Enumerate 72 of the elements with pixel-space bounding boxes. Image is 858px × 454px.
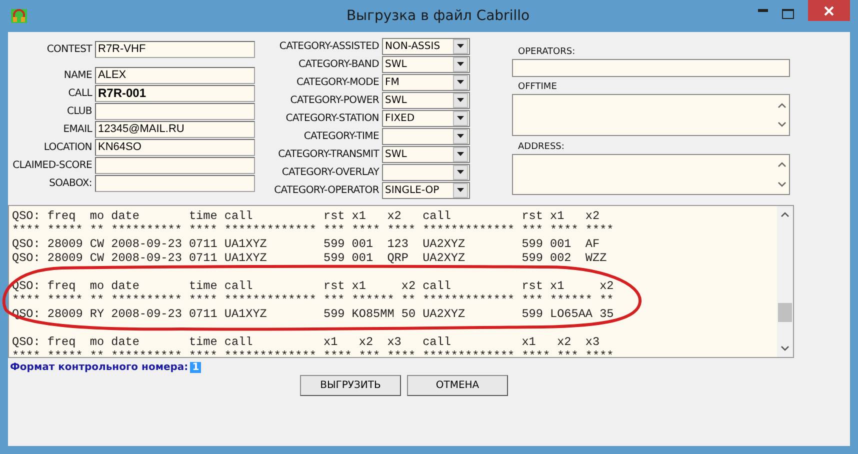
dropdown-arrow-icon [457,134,464,138]
field-label: LOCATION [42,142,93,152]
window-title: Выгрузка в файл Cabrillo [345,8,531,24]
dropdown[interactable]: FM [382,74,470,90]
close-button[interactable] [808,0,850,21]
cancel-button[interactable]: ОТМЕНА [407,375,508,396]
headphones-icon [10,8,28,24]
field-label: NAME [62,70,93,80]
field-label: CONTEST [46,44,94,54]
field-label: OPERATORS: [517,46,576,59]
text-field[interactable] [95,102,255,120]
text-field[interactable] [95,174,255,192]
scroll-down-icon[interactable] [778,122,786,128]
text-field[interactable]: KN64SO [95,138,255,156]
log-line: QSO: 28009 CW 2008-09-23 0711 UA1XYZ 599 001 123 UA2XYZ 599 001 AF [12,237,600,251]
maximize-icon[interactable] [782,9,794,19]
dropdown-arrow-icon [457,116,464,120]
dropdown-arrow-icon [457,62,464,66]
scroll-down-icon[interactable] [781,346,789,351]
field-label: CATEGORY-MODE [295,76,380,88]
dropdown[interactable]: SINGLE-OP [382,182,470,198]
field-label: EMAIL [62,124,94,134]
scroll-up-icon[interactable] [778,102,786,108]
scroll-up-icon[interactable] [781,212,789,217]
dropdown[interactable] [382,164,470,180]
log-line: **** ***** ** ********** **** ************* *** ****** ** ************* *** ****** ** [12,293,614,307]
field-label: CALL [67,88,94,98]
field-label: CATEGORY-BAND [297,58,380,70]
text-field[interactable]: 12345@MAIL.RU [95,120,255,138]
field-label: OFFTIME [517,81,558,94]
field-label: CATEGORY-ASSISTED [278,40,380,52]
field-label: ADDRESS: [517,140,566,154]
scroll-up-icon[interactable] [778,162,786,167]
field-label: CLAIMED-SCORE [12,160,93,170]
text-area[interactable] [512,154,790,195]
dropdown-arrow-icon [457,44,464,48]
close-icon [824,6,834,16]
log-line: QSO: 28009 CW 2008-09-23 0711 UA1XYZ 599 001 QRP UA2XYZ 599 002 WZZ [12,251,607,265]
log-line: QSO: freq mo date time call rst x1 x2 call rst x1 x2 [12,209,600,223]
dropdown-arrow-icon [457,170,464,174]
field-label: CATEGORY-STATION [284,112,380,124]
log-line: QSO: freq mo date time call x1 x2 x3 call x1 x2 x3 [12,335,600,349]
field-label: CATEGORY-TRANSMIT [277,148,380,160]
text-field[interactable]: R7R-001 [95,84,255,102]
format-label: Формат контрольного номера: [10,362,188,373]
field-label: CATEGORY-POWER [289,94,380,106]
dropdown[interactable]: NON-ASSIS [382,38,470,54]
log-line: **** ***** ** ********** **** ************* **** *** **** ************* **** *** **** [12,349,614,357]
dropdown-arrow-icon [457,80,464,84]
field-label: SOABOX: [48,178,93,188]
text-field[interactable] [95,156,255,174]
scroll-thumb[interactable] [778,303,792,322]
dropdown[interactable] [382,128,470,144]
export-button[interactable]: ВЫГРУЗИТЬ [300,375,401,396]
scroll-down-icon[interactable] [778,182,786,187]
field-label: CATEGORY-TIME [302,130,380,142]
dropdown[interactable]: SWL [382,56,470,72]
dropdown[interactable]: SWL [382,92,470,108]
dropdown[interactable]: FIXED [382,110,470,126]
text-field[interactable]: R7R-VHF [95,40,255,58]
log-line: **** ***** ** ********** **** ************* *** **** **** ************* *** **** **** [12,223,614,237]
dropdown-arrow-icon [457,98,464,102]
field-label: CLUB [66,106,93,116]
field-label: CATEGORY-OPERATOR [273,184,380,196]
dropdown[interactable]: SWL [382,146,470,162]
text-area[interactable] [512,94,790,136]
scrollbar[interactable] [777,206,793,357]
field-label: CATEGORY-OVERLAY [280,166,380,178]
dropdown-arrow-icon [457,152,464,156]
text-field[interactable] [512,59,790,78]
text-field[interactable]: ALEX [95,66,255,84]
dropdown-arrow-icon [457,188,464,192]
